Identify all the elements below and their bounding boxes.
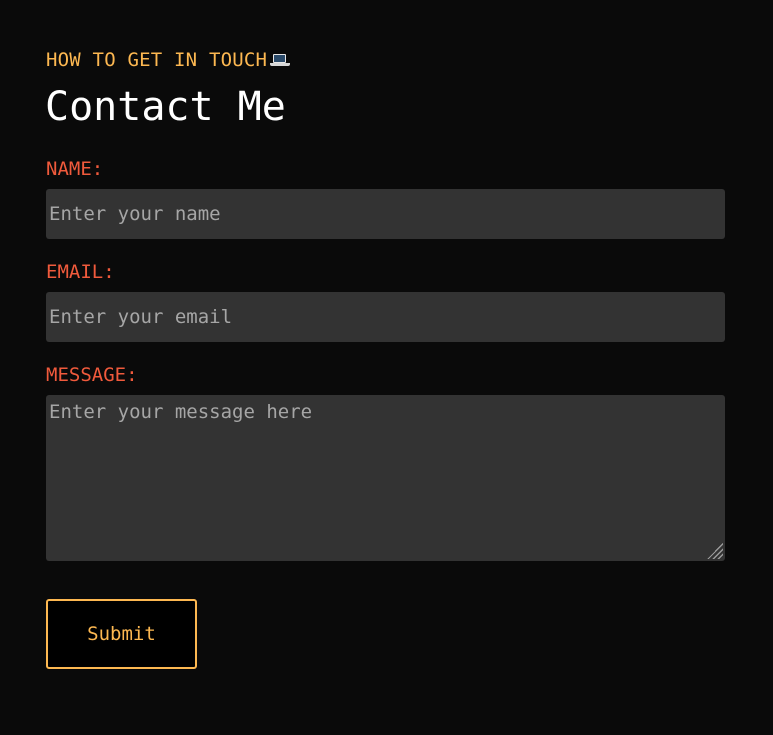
name-input[interactable]	[46, 189, 725, 239]
textarea-resize-handle[interactable]	[707, 543, 723, 559]
email-label: EMAIL:	[46, 261, 115, 283]
name-label: NAME:	[46, 158, 104, 180]
submit-button[interactable]: Submit	[46, 599, 197, 669]
eyebrow-text: HOW TO GET IN TOUCH	[46, 49, 268, 71]
page-title: Contact Me	[45, 84, 286, 130]
section-eyebrow: HOW TO GET IN TOUCH	[46, 48, 291, 72]
message-label: MESSAGE:	[46, 364, 138, 386]
contact-page: HOW TO GET IN TOUCH Contact Me NAME: EMA…	[0, 0, 773, 735]
email-input[interactable]	[46, 292, 725, 342]
laptop-icon	[270, 52, 291, 68]
message-textarea[interactable]	[46, 395, 725, 561]
